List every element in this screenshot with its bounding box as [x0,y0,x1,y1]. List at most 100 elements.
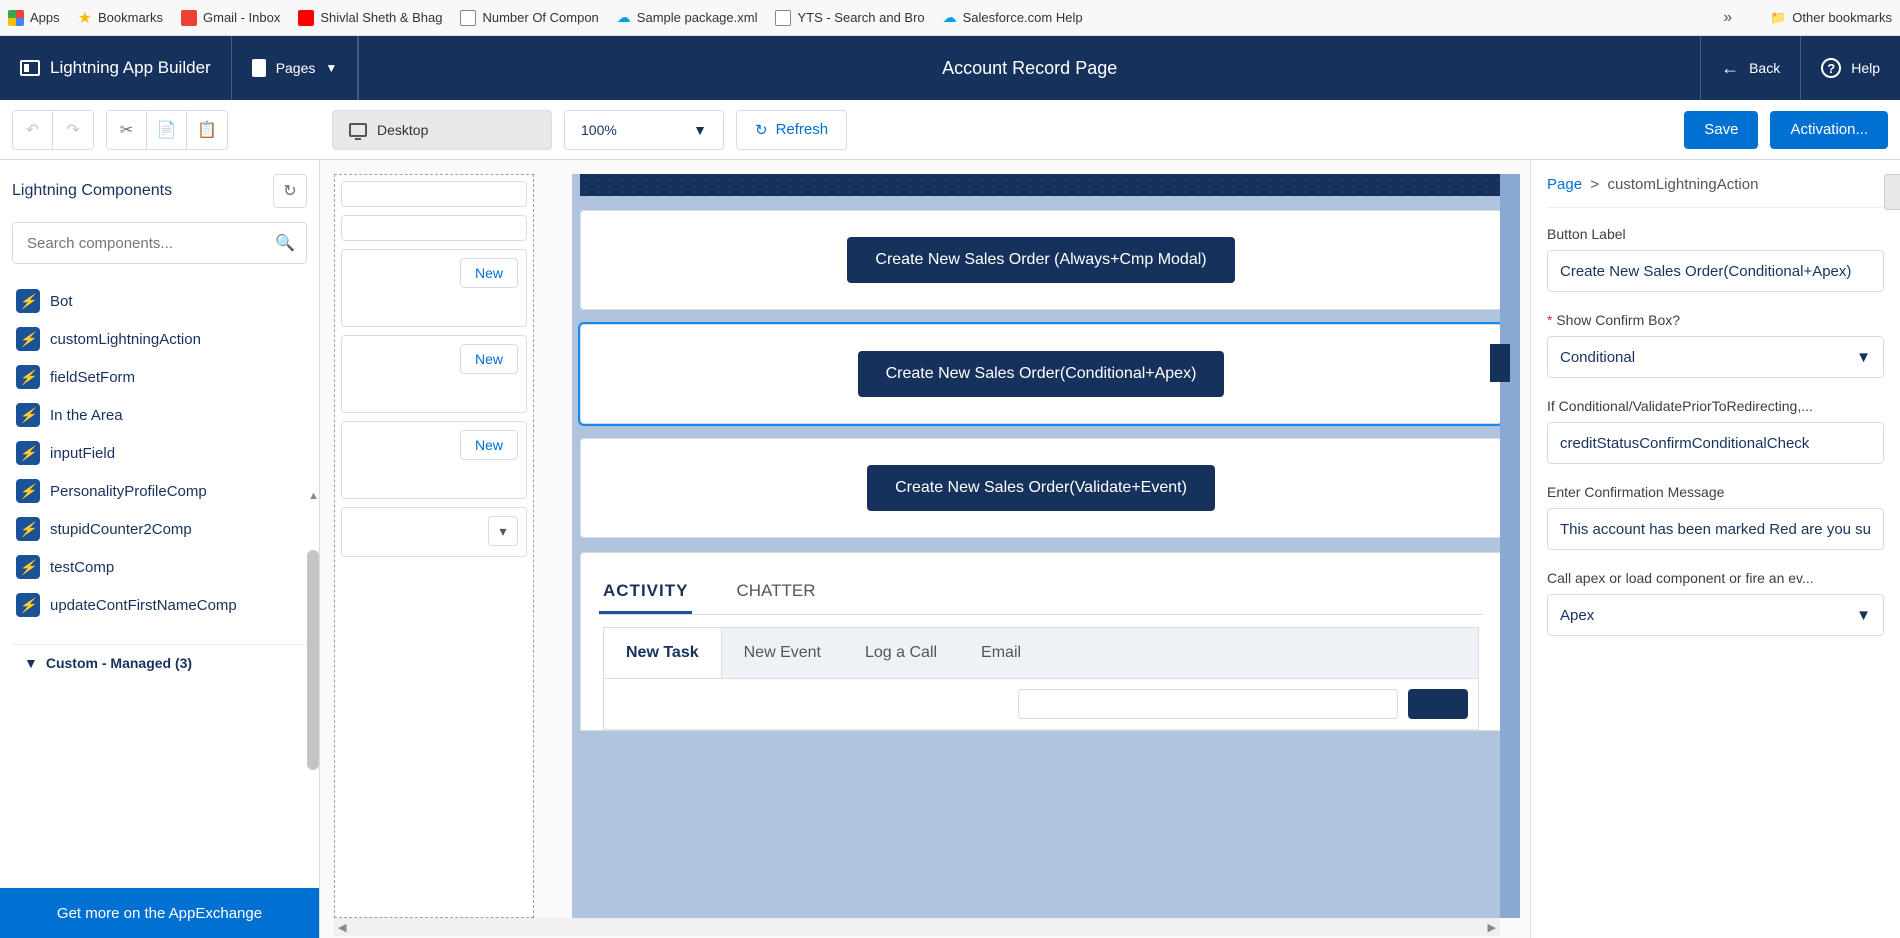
custom-managed-section[interactable]: ▼ Custom - Managed (3) [12,644,307,681]
chevron-down-icon: ▼ [1856,607,1871,624]
search-input[interactable] [12,222,307,264]
panel-collapse-handle[interactable] [1884,174,1900,210]
action-component-card[interactable]: Create New Sales Order(Validate+Event) [580,438,1502,538]
call-apex-select[interactable]: Apex ▼ [1547,594,1884,636]
related-list-card[interactable] [341,181,527,207]
subtab-new-task[interactable]: New Task [604,628,722,678]
field-confirm-message: Enter Confirmation Message [1547,484,1884,550]
chevron-down-icon: ▼ [24,655,38,671]
chevron-down-icon: ▼ [1856,349,1871,366]
tabs-row: ACTIVITY CHATTER [599,571,1483,615]
components-panel: Lightning Components ↻ 🔍 ⚡Bot ⚡customLig… [0,160,320,938]
components-list: ⚡Bot ⚡customLightningAction ⚡fieldSetFor… [0,276,319,888]
canvas-horizontal-scrollbar[interactable]: ◀▶ [334,918,1500,936]
component-item[interactable]: ⚡customLightningAction [12,320,307,358]
task-action-button[interactable] [1408,689,1468,719]
tab-activity[interactable]: ACTIVITY [599,571,692,614]
bookmarks-folder[interactable]: ★Bookmarks [78,8,163,28]
zoom-select[interactable]: 100% ▼ [564,110,724,150]
new-button[interactable]: New [460,344,518,374]
desktop-icon [349,123,367,137]
help-button[interactable]: ? Help [1800,36,1900,100]
dropdown-button[interactable]: ▾ [488,516,518,546]
create-order-always-button[interactable]: Create New Sales Order (Always+Cmp Modal… [847,237,1234,283]
activation-button[interactable]: Activation... [1770,111,1888,149]
lightning-icon: ⚡ [16,593,40,617]
cloud-icon: ☁ [943,9,957,26]
back-button[interactable]: ← Back [1700,36,1800,100]
paste-button[interactable]: 📋 [187,111,227,149]
page-icon [252,59,266,77]
related-list-card[interactable]: New [341,249,527,327]
show-confirm-select[interactable]: Conditional ▼ [1547,336,1884,378]
save-button[interactable]: Save [1684,111,1758,149]
component-item[interactable]: ⚡updateContFirstNameComp [12,586,307,624]
component-label: Bot [50,293,73,310]
component-item[interactable]: ⚡Bot [12,282,307,320]
apps-shortcut[interactable]: Apps [8,10,60,26]
action-component-card[interactable]: Create New Sales Order (Always+Cmp Modal… [580,210,1502,310]
component-item[interactable]: ⚡PersonalityProfileComp [12,472,307,510]
tab-chatter[interactable]: CHATTER [732,571,819,614]
device-select[interactable]: Desktop [332,110,552,150]
tabs-component[interactable]: ACTIVITY CHATTER New Task New Event Log … [580,552,1502,731]
gmail-bookmark[interactable]: Gmail - Inbox [181,10,280,26]
canvas-scrollbar-thumb[interactable] [1490,344,1510,382]
related-list-card[interactable]: New [341,335,527,413]
activity-publisher[interactable]: New Task New Event Log a Call Email [603,627,1479,730]
sample-bookmark[interactable]: ☁Sample package.xml [617,9,758,26]
subtab-new-event[interactable]: New Event [722,628,843,678]
related-list-card[interactable]: New [341,421,527,499]
scrollbar-thumb[interactable] [307,550,319,770]
cut-button[interactable]: ✂ [107,111,147,149]
breadcrumb-page-link[interactable]: Page [1547,176,1582,193]
refresh-components-button[interactable]: ↻ [273,174,307,208]
canvas-vertical-scrollbar[interactable] [1500,174,1520,918]
doc-bookmark[interactable]: Number Of Compon [460,10,598,26]
component-item[interactable]: ⚡testComp [12,548,307,586]
create-order-conditional-button[interactable]: Create New Sales Order(Conditional+Apex) [858,351,1225,397]
subtab-email[interactable]: Email [959,628,1043,678]
scroll-up-arrow[interactable]: ▲ [308,490,319,502]
component-label: PersonalityProfileComp [50,483,207,500]
new-button[interactable]: New [460,430,518,460]
canvas-related-column[interactable]: New New New ▾ [334,174,534,918]
field-label: Button Label [1547,226,1884,242]
yts-bookmark[interactable]: YTS - Search and Bro [775,10,924,26]
component-item[interactable]: ⚡stupidCounter2Comp [12,510,307,548]
component-item[interactable]: ⚡fieldSetForm [12,358,307,396]
lightning-icon: ⚡ [16,327,40,351]
gmail-icon [181,10,197,26]
yts-icon [775,10,791,26]
refresh-label: Refresh [776,121,829,138]
copy-button[interactable]: 📄 [147,111,187,149]
other-bookmarks[interactable]: 📁Other bookmarks [1770,10,1892,26]
components-panel-title: Lightning Components [12,182,172,200]
redo-button[interactable]: ↷ [53,111,93,149]
conditional-method-input[interactable] [1547,422,1884,464]
chevron-down-icon: ▼ [325,61,337,75]
star-icon: ★ [78,8,92,28]
label: Sample package.xml [637,10,758,25]
component-item[interactable]: ⚡In the Area [12,396,307,434]
related-list-card[interactable] [341,215,527,241]
appexchange-link[interactable]: Get more on the AppExchange [0,888,319,938]
undo-button[interactable]: ↶ [13,111,53,149]
overflow-chevrons[interactable]: » [1723,9,1732,27]
related-list-card[interactable]: ▾ [341,507,527,557]
confirm-message-input[interactable] [1547,508,1884,550]
create-order-validate-button[interactable]: Create New Sales Order(Validate+Event) [867,465,1215,511]
new-button[interactable]: New [460,258,518,288]
component-item[interactable]: ⚡inputField [12,434,307,472]
app-builder-home[interactable]: Lightning App Builder [0,36,232,100]
task-subject-input[interactable] [1018,689,1398,719]
undo-redo-group: ↶ ↷ [12,110,94,150]
subtab-log-call[interactable]: Log a Call [843,628,959,678]
pages-menu[interactable]: Pages ▼ [232,36,359,100]
youtube-bookmark[interactable]: Shivlal Sheth & Bhag [298,10,442,26]
button-label-input[interactable] [1547,250,1884,292]
action-component-card-selected[interactable]: Create New Sales Order(Conditional+Apex) [580,324,1502,424]
refresh-button[interactable]: ↻ Refresh [736,110,847,150]
sfhelp-bookmark[interactable]: ☁Salesforce.com Help [943,9,1083,26]
highlights-panel[interactable] [580,174,1502,196]
